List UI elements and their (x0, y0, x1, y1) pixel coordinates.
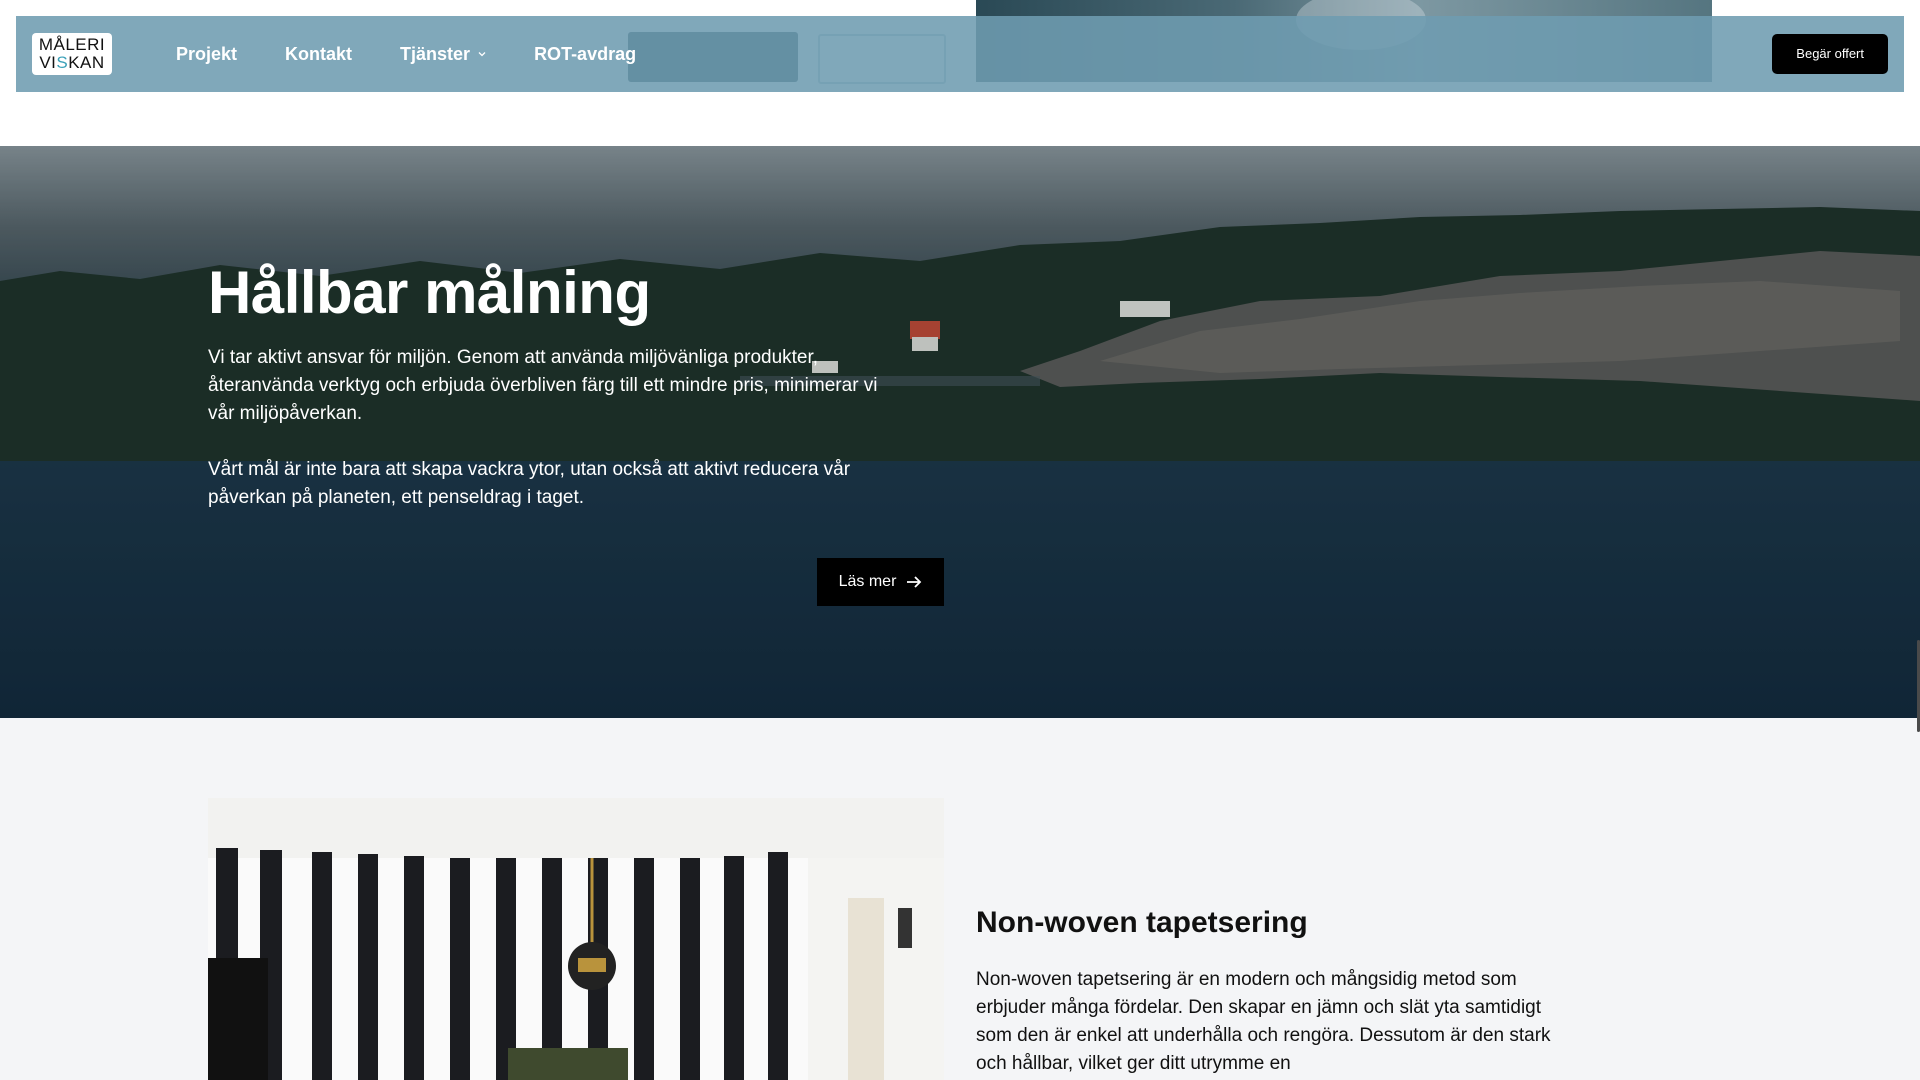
hero-section: Hållbar målning Vi tar aktivt ansvar för… (0, 146, 1920, 718)
hero-overlay (0, 146, 1920, 718)
nav-item-projekt[interactable]: Projekt (176, 44, 237, 65)
hero-title: Hållbar målning (208, 259, 651, 326)
arrow-right-icon (907, 576, 922, 588)
nav-item-label: Tjänster (400, 43, 471, 64)
nav-item-label: Kontakt (285, 43, 353, 64)
service-title: Non-woven tapetsering (976, 906, 1308, 939)
wallpaper-room-image (208, 798, 944, 1080)
logo-line-2: VISKAN (39, 53, 105, 72)
hero-paragraph-1: Vi tar aktivt ansvar för miljön. Genom a… (208, 347, 878, 424)
request-quote-button[interactable]: Begär offert (1772, 34, 1888, 74)
nav-item-kontakt[interactable]: Kontakt (285, 44, 352, 65)
service-section: Non-woven tapetsering Non-woven tapetser… (0, 718, 1920, 1080)
nav-item-tjanster[interactable]: Tjänster (400, 44, 486, 65)
logo[interactable]: MÅLERI VISKAN (32, 33, 112, 75)
hero-paragraph-2: Vårt mål är inte bara att skapa vackra y… (208, 459, 851, 508)
main-nav: Projekt Kontakt Tjänster ROT-avdrag (176, 44, 684, 65)
service-description: Non-woven tapetsering är en modern och m… (976, 969, 1551, 1074)
logo-line-1: MÅLERI (38, 35, 106, 54)
chevron-down-icon (478, 52, 486, 57)
site-header: MÅLERI VISKAN Projekt Kontakt Tjänster R… (16, 16, 1904, 92)
nav-item-label: ROT-avdrag (534, 43, 637, 64)
nav-item-label: Projekt (176, 43, 238, 64)
read-more-button[interactable]: Läs mer (817, 558, 944, 606)
read-more-label: Läs mer (838, 573, 897, 590)
nav-item-rot-avdrag[interactable]: ROT-avdrag (534, 44, 636, 65)
